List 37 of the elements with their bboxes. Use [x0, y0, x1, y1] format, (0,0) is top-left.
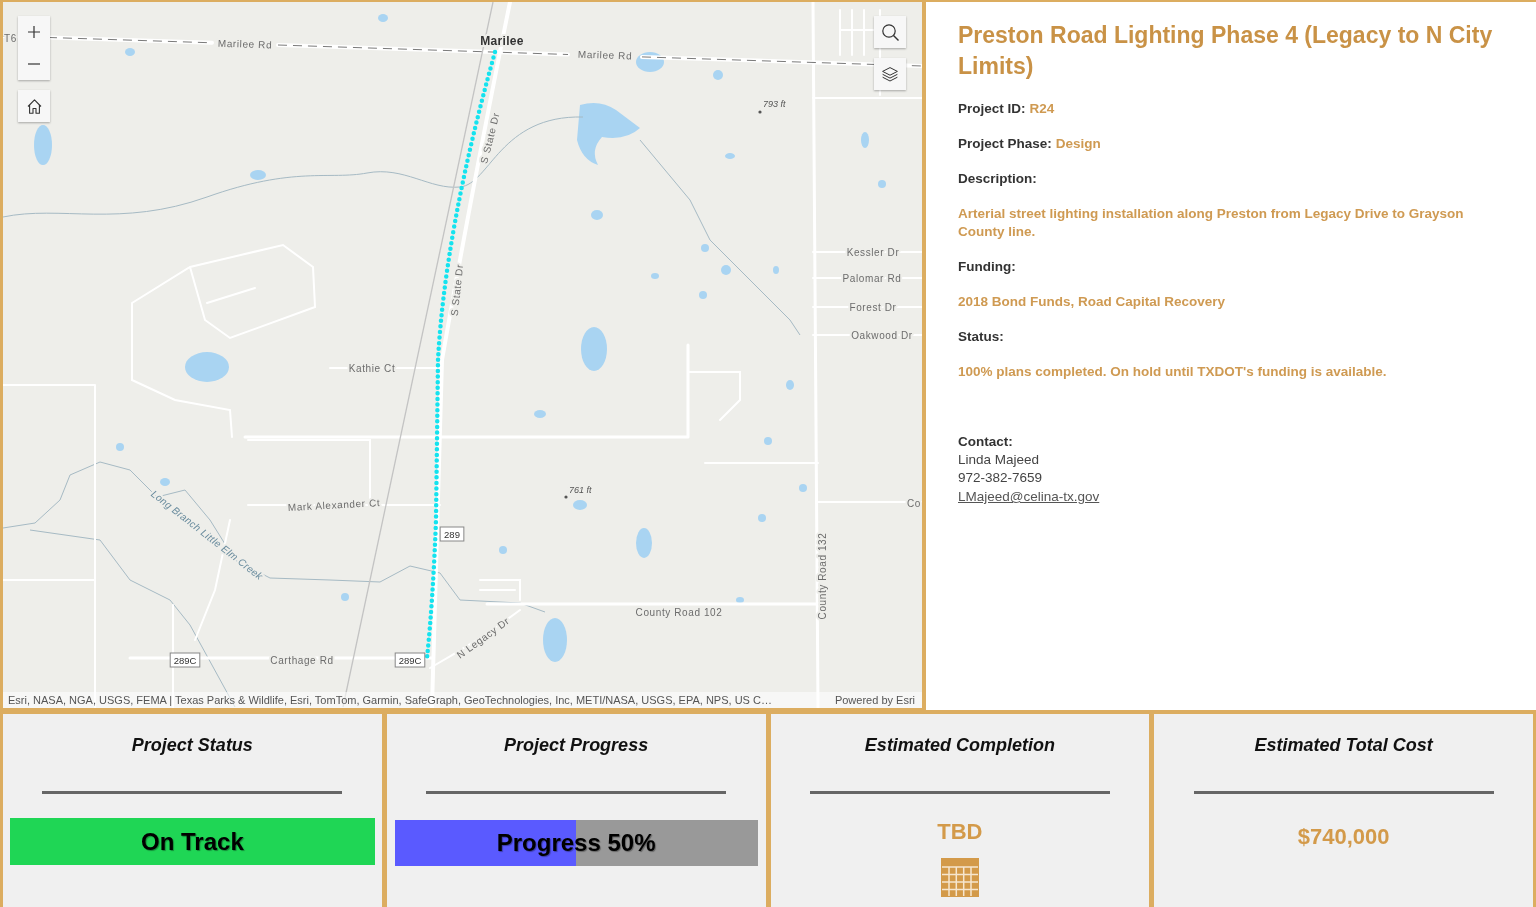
road-label: Co: [907, 497, 921, 509]
cost-amount: $740,000: [1297, 824, 1390, 850]
project-title: Preston Road Lighting Phase 4 (Legacy to N City Limits): [958, 21, 1494, 81]
status-banner: On Track: [10, 818, 375, 865]
attribution-text: Esri, NASA, NGA, USGS, FEMA | Texas Parks & Wildlife, Esri, TomTom, Garmin, SafeGraph, GeoTechnologies, Inc, METI/NASA, USGS, EPA, NPS, US C…: [8, 694, 772, 706]
place-label: Marilee: [480, 34, 524, 49]
road-label: T6: [4, 32, 17, 44]
contact-phone: 972-382-7659: [958, 469, 1043, 487]
search-icon: [881, 23, 899, 41]
field-value: 2018 Bond Funds, Road Capital Recovery: [958, 294, 1226, 309]
field-value: 100% plans completed. On hold until TXDOT's funding is available.: [958, 364, 1387, 379]
card-title: Project Status: [131, 734, 253, 756]
email-link[interactable]: LMajeed@celina-tx.gov: [958, 489, 1100, 504]
progress-label: Progress 50%: [496, 829, 656, 857]
road-label: Oakwood Dr: [851, 329, 913, 341]
road-label: Marilee Rd: [217, 37, 273, 51]
card-title: Estimated Total Cost: [1254, 734, 1433, 756]
layers-icon: [882, 66, 898, 82]
completion-date: TBD: [937, 819, 983, 845]
layers-button[interactable]: [874, 58, 906, 90]
field-label: Status:: [958, 329, 1004, 344]
field-label: Project Phase:: [958, 136, 1052, 151]
contact-label: Contact:: [958, 433, 1013, 451]
zoom-in-button[interactable]: [18, 16, 50, 48]
card-title: Estimated Completion: [864, 734, 1055, 756]
plus-icon: [28, 26, 40, 38]
card-title: Project Progress: [504, 734, 649, 756]
field-value: Design: [1055, 136, 1101, 151]
field-value: R24: [1029, 101, 1055, 116]
field-label: Project ID:: [958, 101, 1026, 116]
powered-by-link[interactable]: Powered by Esri: [834, 694, 915, 706]
calendar-icon: [940, 858, 979, 897]
field-label: Description:: [958, 171, 1037, 186]
field-value: Arterial street lighting installation along Preston from Legacy Drive to Grayson County line.: [958, 206, 1464, 239]
contact-name: Linda Majeed: [958, 451, 1040, 469]
search-button[interactable]: [874, 16, 906, 48]
field-label: Funding:: [958, 259, 1016, 274]
